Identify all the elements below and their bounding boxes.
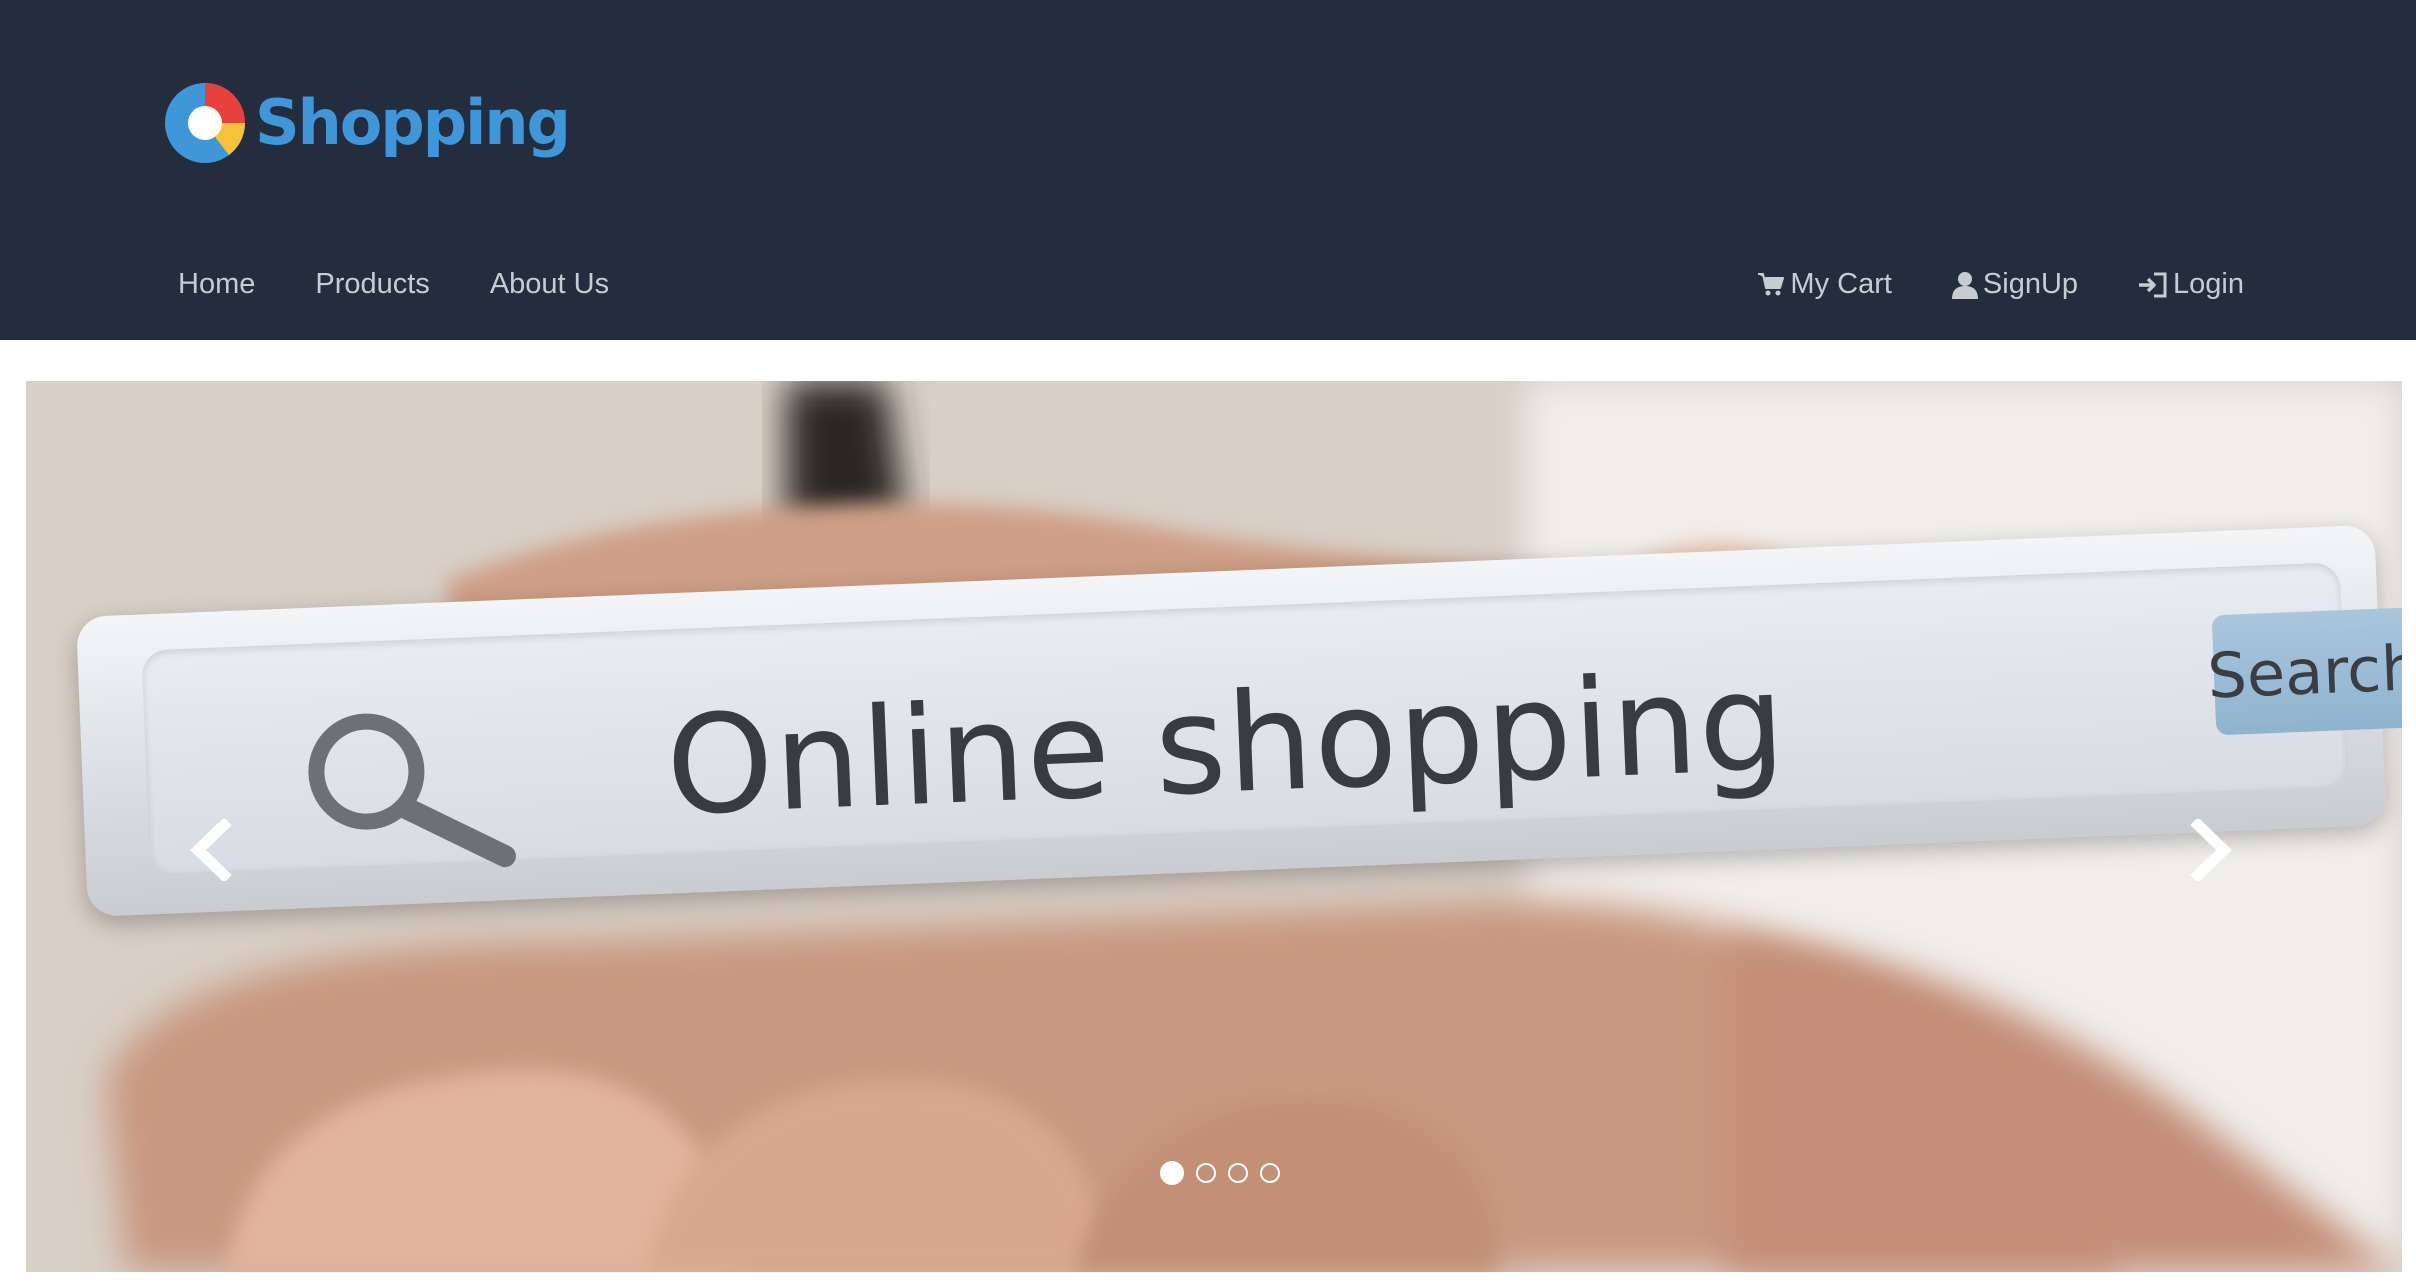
carousel-indicators xyxy=(1154,1161,1286,1185)
chevron-right-icon xyxy=(2190,819,2232,881)
site-header: Shopping Home Products About Us My Cart xyxy=(0,0,2416,340)
nav-home[interactable]: Home xyxy=(148,258,285,311)
carousel-slide-image: Online shopping Search xyxy=(26,381,2402,1272)
slide-search-label: Search xyxy=(2206,607,2402,736)
slide-search-text: Search xyxy=(2206,630,2402,713)
nav-my-cart-label: My Cart xyxy=(1790,268,1892,300)
carousel-prev-button[interactable] xyxy=(176,805,246,895)
carousel-indicator-1[interactable] xyxy=(1160,1161,1184,1185)
magnifier-icon xyxy=(308,713,516,868)
account-nav: My Cart SignUp Login xyxy=(1727,258,2274,311)
brand-logo[interactable]: Shopping xyxy=(163,80,571,165)
nav-login-label: Login xyxy=(2173,268,2244,300)
nav-about-us[interactable]: About Us xyxy=(460,258,639,311)
nav-signup[interactable]: SignUp xyxy=(1922,258,2108,311)
user-icon xyxy=(1951,271,1978,299)
nav-products-label: Products xyxy=(315,268,430,300)
hero-carousel: Online shopping Search xyxy=(26,381,2402,1272)
brand-name: Shopping xyxy=(255,85,571,159)
slide-headline: Online shopping xyxy=(663,643,1789,847)
cart-icon xyxy=(1757,271,1785,299)
main-nav: Home Products About Us xyxy=(148,258,639,311)
logo-icon xyxy=(165,82,245,163)
nav-signup-label: SignUp xyxy=(1982,268,2079,300)
carousel-indicator-2[interactable] xyxy=(1196,1163,1216,1183)
login-icon xyxy=(2138,271,2168,299)
nav-products[interactable]: Products xyxy=(285,258,459,311)
carousel-indicator-3[interactable] xyxy=(1228,1163,1248,1183)
nav-home-label: Home xyxy=(178,268,256,300)
chevron-left-icon xyxy=(190,819,232,881)
nav-my-cart[interactable]: My Cart xyxy=(1727,258,1922,311)
carousel-next-button[interactable] xyxy=(2176,805,2246,895)
nav-about-us-label: About Us xyxy=(489,268,610,300)
nav-login[interactable]: Login xyxy=(2108,258,2274,311)
carousel-indicator-4[interactable] xyxy=(1260,1163,1280,1183)
